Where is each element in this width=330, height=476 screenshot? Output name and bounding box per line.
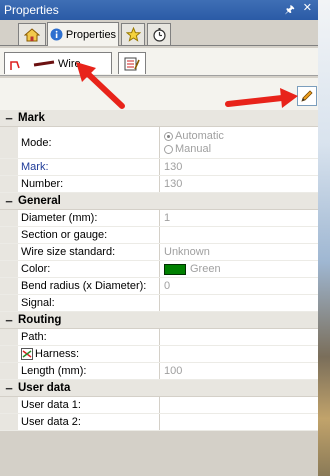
row-harness[interactable]: Harness: [0, 346, 318, 363]
tool-row [0, 78, 318, 110]
mode-radio-manual[interactable]: Manual [164, 143, 224, 155]
bend-radius-value[interactable]: 0 [160, 278, 318, 294]
bend-radius-label: Bend radius (x Diameter): [18, 278, 160, 294]
tab-edit-list[interactable] [118, 52, 146, 74]
info-icon [50, 28, 63, 41]
section-gauge-label: Section or gauge: [18, 227, 160, 243]
window-title: Properties [4, 3, 59, 17]
signal-label: Signal: [18, 295, 160, 311]
desktop-background [318, 0, 330, 476]
collapse-mark-toggle[interactable]: − [0, 111, 18, 126]
user-data-2-label: User data 2: [18, 414, 160, 430]
collapse-general-toggle[interactable]: − [0, 194, 18, 209]
harness-label-cell: Harness: [18, 346, 160, 362]
row-color[interactable]: Color: Green [0, 261, 318, 278]
number-label: Number: [18, 176, 160, 192]
tab-properties[interactable]: Properties [47, 22, 119, 46]
color-label: Color: [18, 261, 160, 277]
tab-wire[interactable]: Wire [4, 52, 112, 74]
user-data-1-label: User data 1: [18, 397, 160, 413]
row-user-data-1[interactable]: User data 1: [0, 397, 318, 414]
top-tab-strip: Properties [0, 20, 318, 46]
row-bend-radius[interactable]: Bend radius (x Diameter): 0 [0, 278, 318, 295]
tab-wire-label: Wire [58, 57, 81, 70]
mark-value[interactable]: 130 [160, 159, 318, 175]
home-icon [24, 27, 40, 41]
harness-icon [21, 348, 33, 360]
close-icon[interactable]: ✕ [303, 1, 312, 20]
path-label: Path: [18, 329, 160, 345]
user-data-2-value[interactable] [160, 414, 318, 430]
tab-properties-label: Properties [65, 28, 117, 41]
diameter-label: Diameter (mm): [18, 210, 160, 226]
row-path[interactable]: Path: [0, 329, 318, 346]
window-titlebar: Properties 🖈 ✕ [0, 0, 318, 20]
color-value[interactable]: Green [160, 261, 318, 277]
row-diameter[interactable]: Diameter (mm): 1 [0, 210, 318, 227]
section-general[interactable]: − General [0, 193, 318, 210]
section-routing-title: Routing [18, 314, 62, 326]
color-swatch [164, 263, 186, 275]
mode-radio-group: Automatic Manual [164, 130, 224, 155]
length-value[interactable]: 100 [160, 363, 318, 379]
row-signal[interactable]: Signal: [0, 295, 318, 312]
mode-radio-automatic[interactable]: Automatic [164, 130, 224, 142]
section-routing[interactable]: − Routing [0, 312, 318, 329]
edit-list-icon [124, 57, 140, 70]
star-icon [125, 27, 141, 42]
radio-checked-icon [164, 131, 173, 141]
harness-label: Harness: [35, 348, 80, 360]
wire-size-standard-label: Wire size standard: [18, 244, 160, 260]
mark-label: Mark: [18, 159, 160, 175]
stopwatch-icon [152, 28, 166, 42]
harness-value[interactable] [160, 346, 318, 362]
collapse-routing-toggle[interactable]: − [0, 313, 18, 328]
row-section-gauge[interactable]: Section or gauge: [0, 227, 318, 244]
row-mode: Mode: Automatic Manual [0, 127, 318, 159]
properties-panel: Properties Wire − Mark Mode: Automatic M… [0, 20, 318, 476]
length-label: Length (mm): [18, 363, 160, 379]
color-name: Green [190, 263, 221, 275]
path-value[interactable] [160, 329, 318, 345]
row-mark[interactable]: Mark: 130 [0, 159, 318, 176]
pin-icon[interactable]: 🖈 [285, 1, 295, 20]
section-user-data[interactable]: − User data [0, 380, 318, 397]
collapse-user-data-toggle[interactable]: − [0, 381, 18, 396]
section-mark[interactable]: − Mark [0, 110, 318, 127]
wire-icon [33, 60, 55, 66]
row-wire-size-standard[interactable]: Wire size standard: Unknown [0, 244, 318, 261]
tab-timer[interactable] [147, 23, 171, 45]
route-icon [10, 60, 20, 70]
section-general-title: General [18, 195, 61, 207]
section-gauge-value[interactable] [160, 227, 318, 243]
user-data-1-value[interactable] [160, 397, 318, 413]
signal-value[interactable] [160, 295, 318, 311]
mode-label: Mode: [18, 127, 160, 158]
number-value[interactable]: 130 [160, 176, 318, 192]
tab-home[interactable] [18, 23, 46, 45]
tab-favorites[interactable] [121, 23, 145, 45]
edit-button[interactable] [297, 86, 317, 106]
pencil-icon [301, 90, 313, 102]
radio-unchecked-icon [164, 144, 173, 154]
row-length[interactable]: Length (mm): 100 [0, 363, 318, 380]
row-user-data-2[interactable]: User data 2: [0, 414, 318, 431]
wire-size-standard-value[interactable]: Unknown [160, 244, 318, 260]
section-mark-title: Mark [18, 112, 45, 124]
property-grid: − Mark Mode: Automatic Manual Mark: 130 … [0, 110, 318, 431]
row-number[interactable]: Number: 130 [0, 176, 318, 193]
section-user-data-title: User data [18, 382, 71, 394]
diameter-value[interactable]: 1 [160, 210, 318, 226]
object-tab-strip: Wire [0, 48, 318, 76]
